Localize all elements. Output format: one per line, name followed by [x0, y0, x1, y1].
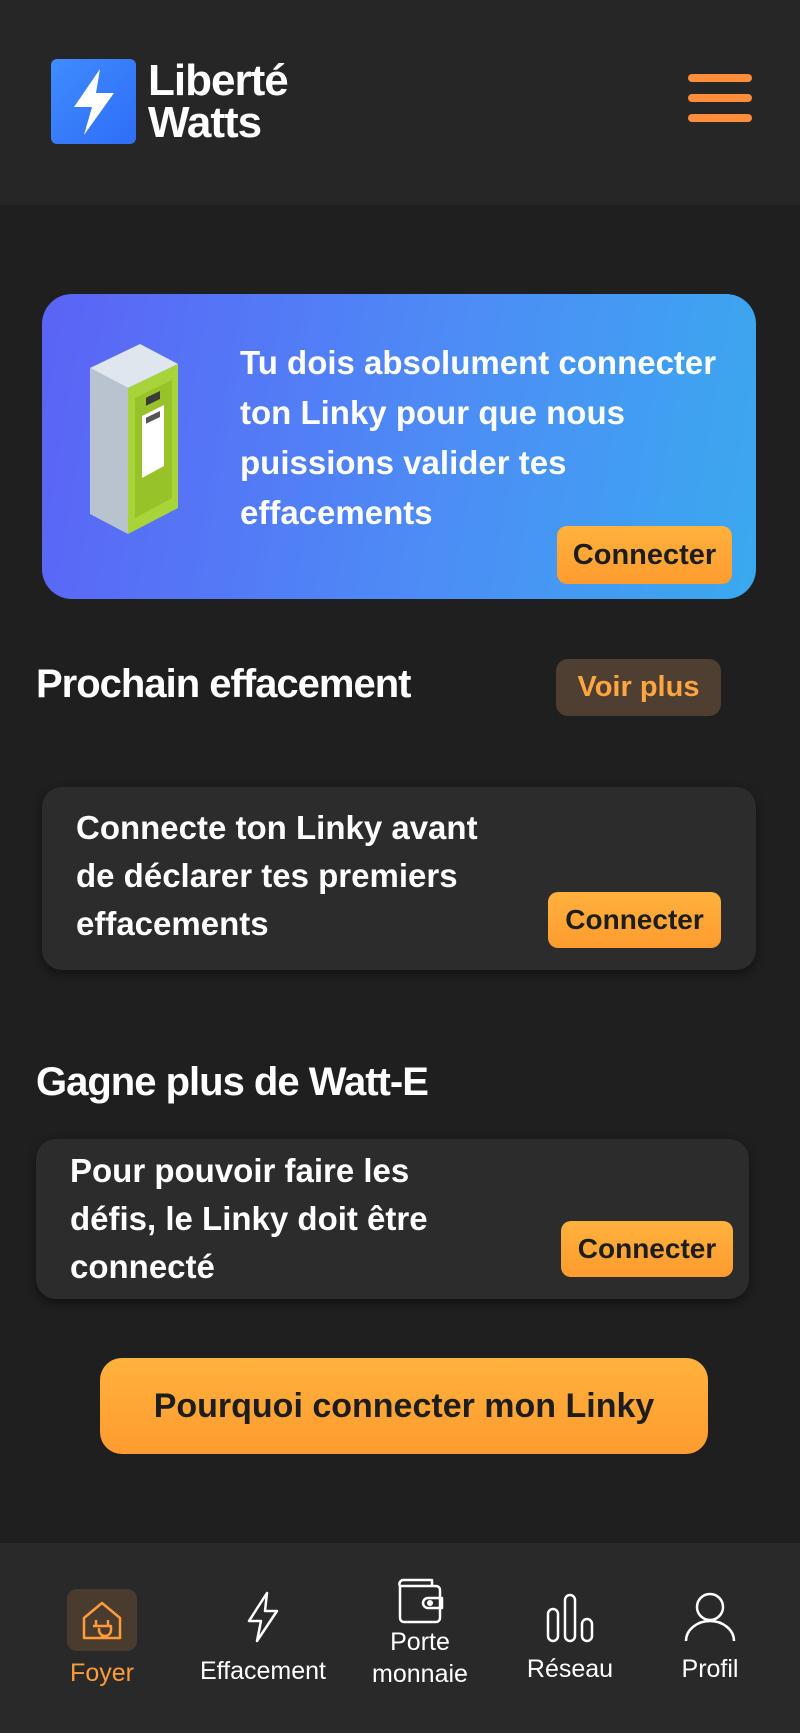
nav-label-porte: Porte: [390, 1628, 450, 1656]
earn-more-connect-button[interactable]: Connecter: [561, 1221, 733, 1277]
brand-logo[interactable]: Liberté Watts: [51, 55, 289, 147]
why-connect-linky-button[interactable]: Pourquoi connecter mon Linky: [100, 1358, 708, 1454]
nav-label-foyer: Foyer: [70, 1659, 134, 1687]
brand-line-2: Watts: [148, 97, 262, 147]
nav-label-reseau: Réseau: [526, 1655, 614, 1683]
wallet-icon: [398, 1578, 444, 1624]
earn-more-card: Pour pouvoir faire les défis, le Linky d…: [36, 1139, 749, 1299]
lightning-logo-icon: [51, 59, 136, 144]
nav-label-effacement: Effacement: [199, 1657, 326, 1685]
banner-message: Tu dois absolument connecter ton Linky p…: [240, 344, 717, 531]
nav-item-porte-monnaie[interactable]: Porte monnaie: [355, 1576, 485, 1690]
linky-connect-banner: Tu dois absolument connecter ton Linky p…: [42, 294, 756, 599]
lightning-icon: [247, 1591, 279, 1643]
banner-connect-button[interactable]: Connecter: [557, 526, 732, 584]
app-header: Liberté Watts: [0, 0, 800, 205]
electric-meter-illustration: [90, 344, 178, 534]
nav-item-reseau[interactable]: Réseau: [510, 1589, 630, 1685]
next-erasure-title: Prochain effacement: [36, 662, 411, 706]
nav-label-monnaie: monnaie: [372, 1660, 468, 1688]
next-erasure-connect-button[interactable]: Connecter: [548, 892, 721, 948]
nav-item-profil[interactable]: Profil: [660, 1589, 760, 1685]
next-erasure-card: Connecte ton Linky avant de déclarer tes…: [42, 787, 756, 970]
nav-item-effacement[interactable]: Effacement: [188, 1589, 338, 1687]
bottom-navigation: Foyer Effacement Porte monnaie Réseau Pr…: [0, 1543, 800, 1733]
nav-item-foyer[interactable]: Foyer: [52, 1589, 152, 1689]
see-more-button[interactable]: Voir plus: [556, 659, 721, 716]
nav-label-profil: Profil: [681, 1655, 739, 1683]
brand-name: Liberté Watts: [148, 55, 289, 147]
hamburger-menu-icon[interactable]: [688, 74, 752, 128]
bar-chart-icon: [546, 1593, 594, 1643]
earn-more-card-text: Pour pouvoir faire les défis, le Linky d…: [70, 1152, 428, 1285]
brand-line-1: Liberté: [148, 55, 289, 105]
earn-more-title: Gagne plus de Watt-E: [36, 1060, 429, 1104]
user-icon: [684, 1592, 736, 1642]
next-erasure-card-text: Connecte ton Linky avant de déclarer tes…: [76, 809, 478, 942]
house-plug-icon: [82, 1601, 122, 1640]
